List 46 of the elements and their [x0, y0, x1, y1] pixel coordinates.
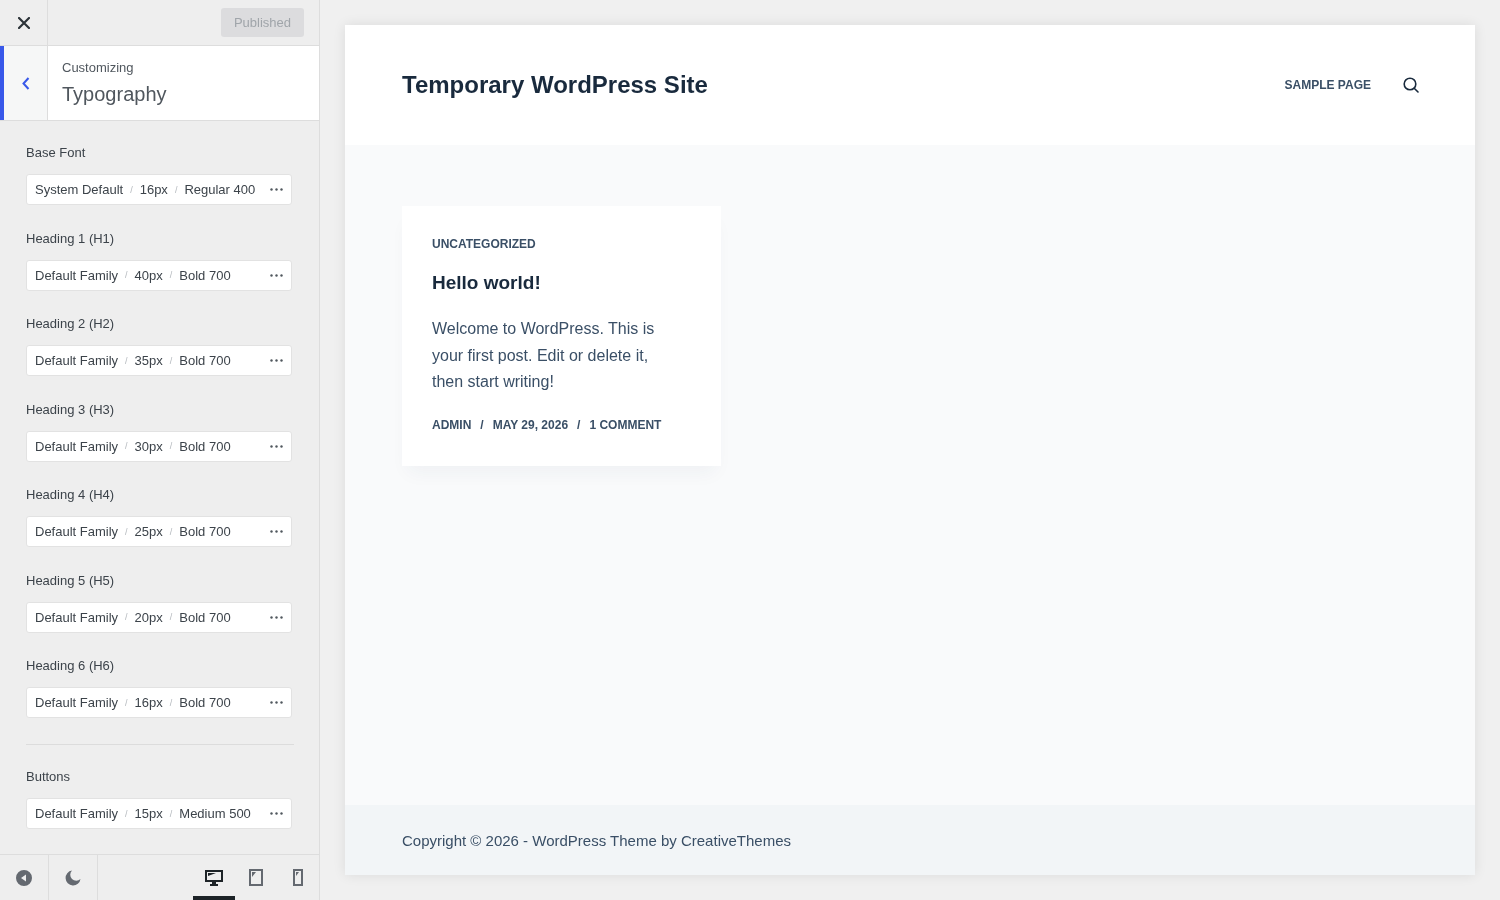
- ellipsis-icon: [270, 615, 283, 619]
- font-picker-field[interactable]: Default Family / 20px / Bold 700: [26, 601, 292, 633]
- panel-title: Typography: [62, 82, 167, 107]
- copyright-text: Copyright © 2026 - WordPress Theme by CreativeThemes: [402, 831, 791, 849]
- ellipsis-icon: [270, 701, 283, 704]
- font-picker-field[interactable]: Default Family / 35px / Bold 700: [26, 345, 292, 376]
- nav-link[interactable]: SAMPLE PAGE: [1284, 78, 1371, 92]
- control-label: Heading 1 (H1): [26, 230, 115, 247]
- meta-separator: /: [577, 417, 581, 432]
- font-picker-field[interactable]: Default Family / 25px / Bold 700: [26, 516, 292, 547]
- font-picker-field[interactable]: Default Family / 30px / Bold 700: [26, 430, 292, 462]
- ellipsis-icon: [270, 444, 283, 448]
- font-picker-field[interactable]: Default Family / 15px / Medium 500: [26, 798, 292, 829]
- post-title[interactable]: Hello world!: [432, 271, 541, 295]
- search-icon: [1403, 77, 1419, 93]
- meta-separator: /: [480, 417, 484, 432]
- control-label: Heading 2 (H2): [26, 316, 115, 332]
- back-button[interactable]: [0, 46, 48, 120]
- font-picker-field[interactable]: Default Family / 16px / Bold 700: [26, 687, 292, 718]
- ellipsis-icon: [270, 188, 283, 191]
- moon-icon: [65, 869, 81, 886]
- ellipsis-icon: [270, 530, 283, 533]
- post-excerpt: Welcome to WordPress. This is your first post. Edit or delete it, then start writing!: [432, 319, 656, 392]
- ellipsis-icon: [270, 359, 283, 362]
- search-button[interactable]: [1403, 77, 1419, 93]
- control-label: Heading 4 (H4): [26, 487, 115, 503]
- close-icon: [17, 16, 30, 29]
- chevron-left-icon: [21, 76, 30, 90]
- control-label: Base Font: [26, 145, 86, 161]
- control-label: Heading 6 (H6): [26, 658, 115, 674]
- ellipsis-icon: [270, 812, 283, 815]
- category-link[interactable]: UNCATEGORIZED: [432, 237, 536, 251]
- control-label: Buttons: [26, 769, 71, 785]
- ellipsis-icon: [270, 273, 283, 277]
- phone-icon: [293, 869, 303, 886]
- meta-link[interactable]: ADMIN: [432, 417, 472, 432]
- meta-link[interactable]: MAY 29, 2026: [492, 417, 569, 432]
- site-title[interactable]: Temporary WordPress Site: [402, 71, 708, 99]
- control-label: Heading 3 (H3): [26, 401, 115, 418]
- font-picker-field[interactable]: System Default / 16px / Regular 400: [26, 174, 292, 205]
- control-label: Heading 5 (H5): [26, 572, 115, 589]
- panel-eyebrow: Customizing: [62, 60, 134, 76]
- desktop-icon: [205, 869, 223, 886]
- tablet-icon: [249, 869, 263, 886]
- font-picker-field[interactable]: Default Family / 40px / Bold 700: [26, 259, 292, 291]
- meta-link[interactable]: 1 COMMENT: [589, 417, 662, 432]
